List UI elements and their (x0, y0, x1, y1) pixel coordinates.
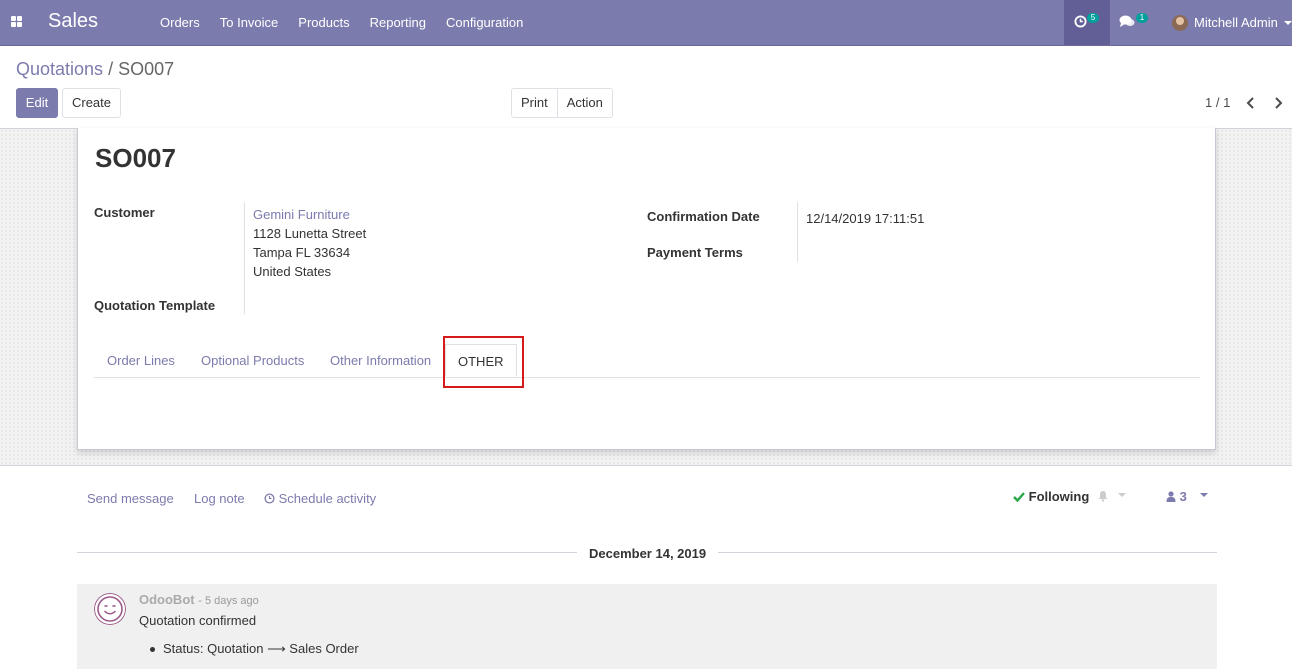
order-name: SO007 (95, 143, 176, 173)
followers-count: 3 (1179, 489, 1187, 504)
following-button[interactable]: Following (1013, 489, 1126, 504)
message-body: Quotation confirmed (139, 613, 257, 628)
tab-order-lines[interactable]: Order Lines (107, 344, 175, 377)
form-sheet: SO007 Customer Gemini Furniture 1128 Lun… (77, 128, 1216, 450)
breadcrumb-quotations[interactable]: Quotations (16, 59, 103, 79)
caret-down-icon (1283, 20, 1292, 25)
schedule-activity-label: Schedule activity (278, 491, 377, 506)
main-menu: Orders To Invoice Products Reporting Con… (150, 0, 533, 45)
clock-icon (264, 493, 275, 504)
caret-down-icon (1117, 493, 1126, 497)
schedule-activity-button[interactable]: Schedule activity (264, 491, 376, 506)
address-line3: United States (253, 264, 332, 279)
tab-highlight-box (443, 336, 524, 388)
log-note-button[interactable]: Log note (194, 491, 245, 506)
action-dropdown[interactable]: Action (556, 89, 612, 132)
activity-counter: 5 (1087, 13, 1099, 23)
activity-menu[interactable]: 5 (1064, 0, 1110, 45)
check-icon (1013, 492, 1025, 503)
caret-down-icon (1200, 493, 1209, 497)
date-separator-label: December 14, 2019 (577, 546, 719, 561)
menu-to-invoice[interactable]: To Invoice (210, 0, 289, 45)
address-line2: Tampa FL 33634 (253, 245, 351, 260)
field-divider (797, 202, 798, 262)
send-message-button[interactable]: Send message (87, 491, 174, 506)
sidebar-buttons: Print Action (511, 88, 613, 132)
menu-reporting[interactable]: Reporting (360, 0, 436, 45)
address-line1: 1128 Lunetta Street (253, 226, 367, 241)
confirmation-date-label: Confirmation Date (647, 209, 760, 224)
pager-value[interactable]: 1 / 1 (1205, 95, 1230, 110)
breadcrumb-separator: / (108, 59, 114, 79)
apps-grid-icon (11, 16, 22, 27)
menu-products[interactable]: Products (288, 0, 359, 45)
message-counter: 1 (1136, 13, 1148, 23)
breadcrumb: Quotations / SO007 (16, 59, 174, 80)
top-navbar: Sales Orders To Invoice Products Reporti… (0, 0, 1292, 46)
user-avatar (1172, 14, 1188, 31)
payment-terms-label: Payment Terms (647, 245, 743, 260)
tracking-value: Status: Quotation ⟶ Sales Order (150, 641, 359, 656)
menu-orders[interactable]: Orders (150, 0, 210, 45)
edit-button[interactable]: Edit (16, 88, 58, 118)
customer-field: Gemini Furniture (253, 207, 350, 222)
field-divider (244, 202, 245, 314)
messaging-menu[interactable]: 1 (1110, 0, 1156, 45)
following-label: Following (1028, 489, 1090, 504)
chevron-right-icon[interactable] (1272, 96, 1284, 110)
app-brand[interactable]: Sales (48, 10, 98, 33)
customer-link[interactable]: Gemini Furniture (253, 207, 350, 222)
print-label: Print (521, 95, 548, 110)
breadcrumb-current: SO007 (118, 59, 175, 79)
confirmation-date-value: 12/14/2019 17:11:51 (806, 211, 925, 226)
user-name: Mitchell Admin (1194, 15, 1278, 30)
author-name: OdooBot (139, 592, 195, 607)
customer-label: Customer (94, 205, 155, 220)
comments-icon (1119, 15, 1135, 27)
menu-configuration[interactable]: Configuration (436, 0, 533, 45)
message-author: OdooBot - 5 days ago (139, 592, 259, 607)
user-icon (1166, 491, 1176, 502)
followers-button[interactable]: 3 (1166, 489, 1209, 504)
message-time: - 5 days ago (198, 595, 259, 607)
chevron-left-icon[interactable] (1245, 96, 1257, 110)
print-dropdown[interactable]: Print (512, 89, 557, 132)
quotation-template-label: Quotation Template (94, 298, 216, 313)
odoobot-avatar (94, 593, 126, 625)
tab-optional-products[interactable]: Optional Products (201, 344, 304, 377)
notebook-tabs: Order Lines Optional Products Other Info… (94, 344, 1200, 378)
bell-icon (1098, 491, 1108, 502)
tab-other-information[interactable]: Other Information (330, 344, 431, 377)
chatter-message: OdooBot - 5 days ago Quotation confirmed… (77, 584, 1217, 669)
user-menu[interactable]: Mitchell Admin (1172, 0, 1292, 45)
clock-icon (1074, 15, 1087, 28)
apps-menu-button[interactable] (0, 0, 33, 45)
create-button[interactable]: Create (62, 88, 121, 118)
action-label: Action (566, 95, 603, 110)
